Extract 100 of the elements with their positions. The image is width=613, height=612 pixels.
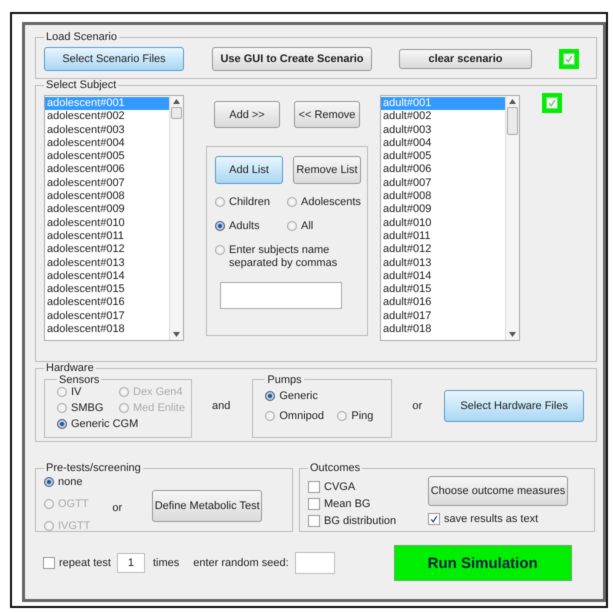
button[interactable]: Add List xyxy=(215,156,283,184)
list-item[interactable]: adolescent#010 xyxy=(45,216,169,230)
input-field[interactable] xyxy=(294,552,335,574)
input-field[interactable]: 1 xyxy=(116,553,145,573)
button[interactable]: Add >> xyxy=(214,101,280,128)
checkbox[interactable] xyxy=(428,513,440,525)
list-item[interactable]: adolescent#009 xyxy=(45,203,169,217)
list-item[interactable]: adult#016 xyxy=(381,296,505,310)
radio-label: Generic CGM xyxy=(71,418,138,430)
radio-label: Generic xyxy=(279,390,318,402)
list-item[interactable]: adult#013 xyxy=(381,256,505,270)
checkbox[interactable] xyxy=(308,498,320,510)
checkbox-label: save results as text xyxy=(444,513,538,525)
scroll-thumb[interactable] xyxy=(507,107,518,135)
radio-button[interactable] xyxy=(215,245,225,255)
radio-label: none xyxy=(58,476,82,488)
group-label: Select Subject xyxy=(45,79,118,91)
radio-button[interactable] xyxy=(215,221,225,231)
connector-label: and xyxy=(212,400,230,412)
list-item[interactable]: adolescent#008 xyxy=(45,190,169,204)
list-item[interactable]: adolescent#014 xyxy=(45,270,169,284)
radio-button[interactable] xyxy=(57,386,67,396)
list-item[interactable]: adolescent#005 xyxy=(45,150,169,164)
radio-button[interactable] xyxy=(265,410,276,420)
group-label: Outcomes xyxy=(309,462,362,474)
group-label: Sensors xyxy=(58,374,100,386)
list-item[interactable]: adolescent#016 xyxy=(45,296,169,310)
radio-button[interactable] xyxy=(57,402,67,412)
checkbox[interactable] xyxy=(43,557,55,569)
checkbox[interactable] xyxy=(308,515,320,527)
list-item[interactable]: adolescent#002 xyxy=(45,110,169,124)
list-item[interactable]: adult#015 xyxy=(381,283,505,296)
button[interactable]: Define Metabolic Test xyxy=(152,490,262,522)
group-label: Load Scenario xyxy=(45,31,118,43)
radio-label: Ping xyxy=(351,410,374,422)
list-item[interactable]: adult#010 xyxy=(381,216,505,230)
button[interactable]: << Remove xyxy=(294,101,360,128)
scroll-up-icon[interactable] xyxy=(509,99,516,104)
scrollbar[interactable] xyxy=(169,96,183,340)
button[interactable]: clear scenario xyxy=(399,48,532,68)
field-label: enter random seed: xyxy=(193,557,289,569)
checkbox-label: repeat test xyxy=(59,557,111,569)
radio-label: Enter subjects name separated by commas xyxy=(229,244,338,270)
list-item[interactable]: adult#017 xyxy=(381,310,505,324)
list-item[interactable]: adolescent#011 xyxy=(45,230,169,244)
list-item[interactable]: adult#003 xyxy=(381,124,505,137)
list-item[interactable]: adult#006 xyxy=(381,163,505,177)
button[interactable]: Select Hardware Files xyxy=(444,390,584,422)
list-item[interactable]: adult#018 xyxy=(381,323,505,336)
checkbox[interactable] xyxy=(308,481,320,493)
scroll-down-icon[interactable] xyxy=(509,332,516,337)
radio-button[interactable] xyxy=(287,197,297,207)
connector-label: or xyxy=(412,400,422,412)
list-item[interactable]: adult#004 xyxy=(381,136,505,150)
scroll-up-icon[interactable] xyxy=(173,99,180,104)
radio-label: IVGTT xyxy=(58,520,90,532)
radio-label: IV xyxy=(71,386,82,398)
radio-label: SMBG xyxy=(71,402,104,414)
field-label: times xyxy=(152,557,180,569)
list-item[interactable]: adult#007 xyxy=(381,176,505,190)
list-item[interactable]: adolescent#012 xyxy=(45,243,169,257)
scrollbar[interactable] xyxy=(505,96,519,340)
list-item[interactable]: adolescent#007 xyxy=(45,176,169,190)
list-item[interactable]: adolescent#004 xyxy=(45,136,169,150)
radio-label: Children xyxy=(229,196,270,208)
radio-button[interactable] xyxy=(287,221,297,231)
button[interactable]: Use GUI to Create Scenario xyxy=(212,46,372,70)
list-item[interactable]: adult#014 xyxy=(381,270,505,284)
radio-label: Omnipod xyxy=(279,410,324,422)
input-field[interactable] xyxy=(220,282,342,309)
radio-button[interactable] xyxy=(44,477,54,487)
radio-button[interactable] xyxy=(337,410,348,420)
button[interactable]: Choose outcome measures xyxy=(428,476,568,506)
list-item[interactable]: adolescent#013 xyxy=(45,256,169,270)
checkbox[interactable] xyxy=(546,97,558,109)
list-item[interactable]: adolescent#015 xyxy=(45,283,169,296)
group-label: Hardware xyxy=(45,362,95,374)
list-item[interactable]: adult#002 xyxy=(381,110,505,124)
scroll-down-icon[interactable] xyxy=(173,332,180,337)
list-item[interactable]: adolescent#018 xyxy=(45,323,169,336)
scroll-thumb[interactable] xyxy=(171,107,182,119)
list-item[interactable]: adolescent#017 xyxy=(45,310,169,324)
list-item[interactable]: adolescent#006 xyxy=(45,163,169,177)
group-label: Pumps xyxy=(266,374,303,386)
list-item[interactable]: adult#008 xyxy=(381,190,505,204)
button[interactable]: Remove List xyxy=(293,156,361,184)
list-item[interactable]: adult#005 xyxy=(381,150,505,164)
list-item[interactable]: adult#011 xyxy=(381,230,505,244)
checkbox[interactable] xyxy=(563,52,575,64)
list-item[interactable]: adolescent#003 xyxy=(45,124,169,137)
check-icon xyxy=(548,99,556,107)
button[interactable]: Select Scenario Files xyxy=(44,46,184,70)
list-item[interactable]: adult#012 xyxy=(381,243,505,257)
radio-button[interactable] xyxy=(215,197,225,207)
connector-label: or xyxy=(112,502,122,514)
radio-button[interactable] xyxy=(57,418,67,428)
list-item[interactable]: adult#009 xyxy=(381,203,505,217)
run-button[interactable]: Run Simulation xyxy=(394,545,572,581)
radio-button[interactable] xyxy=(265,390,276,400)
radio-label: Med Enlite xyxy=(133,402,185,414)
